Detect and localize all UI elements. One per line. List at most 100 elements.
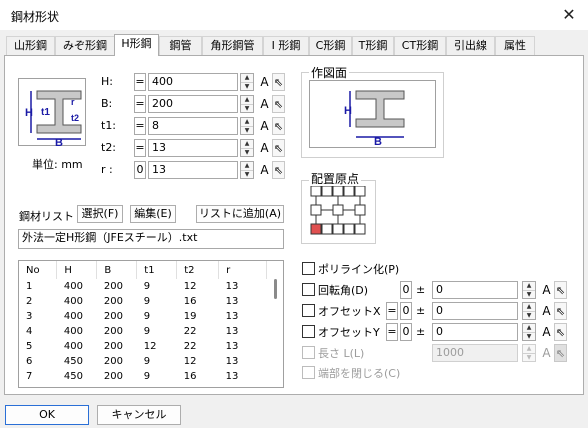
param-h-a-button[interactable]: A [258,73,271,91]
tab-h-beam[interactable]: H形鋼 [114,34,159,56]
offset-y-operator[interactable]: = [386,323,398,341]
spin-up-icon[interactable]: ▲ [523,345,535,353]
table-row[interactable]: 5 400 200 12 22 13 [19,339,267,354]
offset-x-pm[interactable]: ± [416,304,425,317]
spin-down-icon[interactable]: ▼ [241,104,253,112]
offset-y-checkbox[interactable] [302,325,315,338]
close-ends-checkbox[interactable] [302,366,315,379]
offset-x-spinner[interactable]: ▲ ▼ [522,302,536,320]
pick-cursor-icon[interactable]: ⇖ [272,95,285,113]
spin-down-icon[interactable]: ▼ [523,353,535,361]
param-b-spinner[interactable]: ▲ ▼ [240,95,254,113]
column-header[interactable]: t2 [176,261,220,279]
offset-x-base[interactable]: 0 [400,302,412,320]
list-scrollbar[interactable] [274,279,277,299]
param-b-input[interactable]: 200 [148,95,238,113]
select-button[interactable]: 選択(F) [77,205,123,223]
tab-t-steel[interactable]: T形鋼 [352,36,394,55]
tab-ct-steel[interactable]: CT形鋼 [394,36,446,55]
param-t2-input[interactable]: 13 [148,139,238,157]
table-row[interactable]: 3 400 200 9 19 13 [19,309,267,324]
param-b-operator[interactable]: = [134,95,146,113]
tab-pipe[interactable]: 鋼管 [159,36,202,55]
param-b-a-button[interactable]: A [258,95,271,113]
offset-y-a-button[interactable]: A [540,323,553,341]
rotation-checkbox[interactable] [302,283,315,296]
rotation-a-button[interactable]: A [540,281,553,299]
table-row[interactable]: 7 450 200 9 16 13 [19,369,267,384]
tab-leader[interactable]: 引出線 [446,36,495,55]
spin-down-icon[interactable]: ▼ [241,148,253,156]
rotation-input[interactable]: 0 [432,281,518,299]
param-t2-operator[interactable]: = [134,139,146,157]
spin-down-icon[interactable]: ▼ [523,290,535,298]
tab-c-steel[interactable]: C形鋼 [309,36,352,55]
offset-y-spinner[interactable]: ▲ ▼ [522,323,536,341]
ok-button[interactable]: OK [5,405,89,425]
tab-channel[interactable]: みぞ形鋼 [55,36,115,55]
close-icon[interactable]: ✕ [558,4,580,26]
param-t1-spinner[interactable]: ▲ ▼ [240,117,254,135]
param-r-input[interactable]: 13 [148,161,238,179]
pick-cursor-icon[interactable]: ⇖ [272,139,285,157]
pick-cursor-icon[interactable]: ⇖ [272,161,285,179]
offset-y-pm[interactable]: ± [416,325,425,338]
spin-up-icon[interactable]: ▲ [241,96,253,104]
spin-down-icon[interactable]: ▼ [241,126,253,134]
pick-cursor-icon[interactable]: ⇖ [272,73,285,91]
spin-down-icon[interactable]: ▼ [523,311,535,319]
column-header[interactable]: r [218,261,267,279]
rotation-pm[interactable]: ± [416,283,425,296]
steel-list-table[interactable]: No H B t1 t2 r 1 400 200 9 12 13 2 400 200 9 16 13… [18,260,284,388]
param-t1-operator[interactable]: = [134,117,146,135]
table-row[interactable]: 1 400 200 9 12 13 [19,279,267,294]
param-h-spinner[interactable]: ▲ ▼ [240,73,254,91]
length-input[interactable]: 1000 [432,344,518,362]
param-t1-input[interactable]: 8 [148,117,238,135]
table-row[interactable]: 6 450 200 9 12 13 [19,354,267,369]
param-r-spinner[interactable]: ▲ ▼ [240,161,254,179]
steel-list-file-field[interactable]: 外法一定H形鋼（JFEスチール）.txt [18,229,284,249]
tab-i-beam[interactable]: I 形鋼 [263,36,309,55]
offset-x-input[interactable]: 0 [432,302,518,320]
pick-cursor-icon[interactable]: ⇖ [554,302,567,320]
offset-y-input[interactable]: 0 [432,323,518,341]
drawing-plane-preview[interactable]: H B [309,80,436,148]
spin-down-icon[interactable]: ▼ [241,170,253,178]
polyline-checkbox[interactable] [302,262,315,275]
cancel-button[interactable]: キャンセル [97,405,181,425]
spin-up-icon[interactable]: ▲ [523,303,535,311]
param-h-input[interactable]: 400 [148,73,238,91]
offset-y-base[interactable]: 0 [400,323,412,341]
param-r-a-button[interactable]: A [258,161,271,179]
spin-down-icon[interactable]: ▼ [241,82,253,90]
param-t1-a-button[interactable]: A [258,117,271,135]
column-header[interactable]: No [19,261,58,279]
offset-x-checkbox[interactable] [302,304,315,317]
length-spinner[interactable]: ▲ ▼ [522,344,536,362]
column-header[interactable]: H [56,261,98,279]
pick-cursor-icon[interactable]: ⇖ [554,281,567,299]
origin-selector[interactable] [308,185,370,238]
column-header[interactable]: t1 [136,261,178,279]
edit-button[interactable]: 編集(E) [130,205,176,223]
param-t2-spinner[interactable]: ▲ ▼ [240,139,254,157]
add-to-list-button[interactable]: リストに追加(A) [196,205,284,223]
offset-x-a-button[interactable]: A [540,302,553,320]
pick-cursor-icon[interactable]: ⇖ [554,344,567,362]
offset-x-operator[interactable]: = [386,302,398,320]
spin-up-icon[interactable]: ▲ [523,324,535,332]
param-r-operator[interactable]: 0 [134,161,146,179]
spin-up-icon[interactable]: ▲ [241,162,253,170]
spin-down-icon[interactable]: ▼ [523,332,535,340]
param-h-operator[interactable]: = [134,73,146,91]
length-checkbox[interactable] [302,346,315,359]
spin-up-icon[interactable]: ▲ [241,118,253,126]
rotation-spinner[interactable]: ▲ ▼ [522,281,536,299]
length-a-button[interactable]: A [540,344,553,362]
param-t2-a-button[interactable]: A [258,139,271,157]
table-row[interactable]: 2 400 200 9 16 13 [19,294,267,309]
pick-cursor-icon[interactable]: ⇖ [272,117,285,135]
tab-square-pipe[interactable]: 角形鋼管 [202,36,263,55]
spin-up-icon[interactable]: ▲ [523,282,535,290]
